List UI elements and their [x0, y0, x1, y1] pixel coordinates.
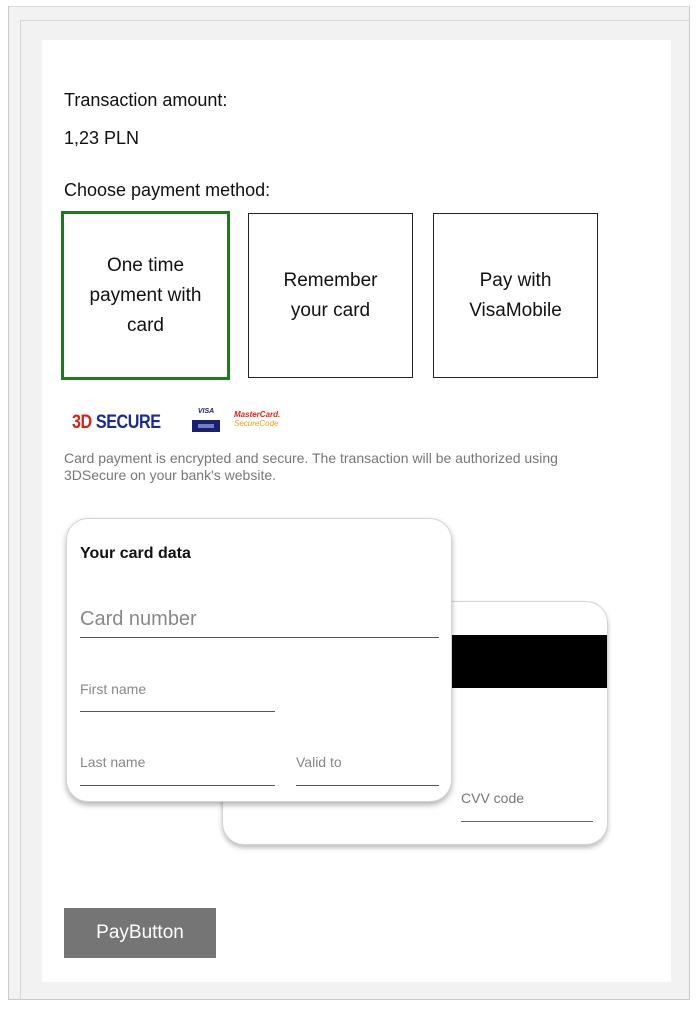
- payment-method-label: Choose payment method:: [64, 180, 271, 200]
- transaction-amount-label: Transaction amount:: [64, 90, 228, 110]
- method-one-time-card[interactable]: One time payment with card: [61, 211, 230, 380]
- valid-to-underline: [296, 785, 439, 786]
- cvv-field[interactable]: CVV code: [461, 790, 524, 806]
- card-form-title: Your card data: [80, 545, 191, 562]
- last-name-underline: [80, 785, 275, 786]
- 3d-secure-prefix: 3D: [72, 412, 92, 433]
- valid-to-field[interactable]: Valid to: [296, 754, 342, 770]
- card-number-underline: [80, 637, 439, 638]
- transaction-amount-value: 1,23 PLN: [64, 128, 140, 148]
- last-name-field[interactable]: Last name: [80, 754, 145, 770]
- first-name-field[interactable]: First name: [80, 681, 146, 697]
- 3d-secure-logo: 3D SECURE: [72, 412, 161, 434]
- mastercard-logo-line1: MasterCard.: [234, 410, 281, 419]
- visa-logo-box: [192, 420, 220, 432]
- visa-logo-text: VISA: [197, 408, 215, 415]
- verified-by-visa-logo: VISA: [192, 408, 220, 434]
- card-front: Your card data Card number First name La…: [66, 518, 452, 802]
- mastercard-securecode-logo: MasterCard. SecureCode: [234, 410, 280, 428]
- 3d-secure-suffix: SECURE: [95, 412, 161, 433]
- method-visa-mobile[interactable]: Pay with VisaMobile: [433, 213, 598, 378]
- method-remember-card[interactable]: Remember your card: [248, 213, 413, 378]
- method-visa-mobile-label: Pay with VisaMobile: [469, 269, 562, 321]
- card-number-field[interactable]: Card number: [80, 608, 197, 631]
- pay-button[interactable]: PayButton: [64, 908, 216, 958]
- method-remember-card-label: Remember your card: [283, 269, 378, 321]
- mastercard-logo-line2: SecureCode: [234, 419, 279, 428]
- first-name-underline: [80, 711, 275, 712]
- cvv-underline: [461, 821, 593, 822]
- method-one-time-card-label: One time payment with card: [89, 254, 202, 336]
- security-note: Card payment is encrypted and secure. Th…: [64, 450, 558, 483]
